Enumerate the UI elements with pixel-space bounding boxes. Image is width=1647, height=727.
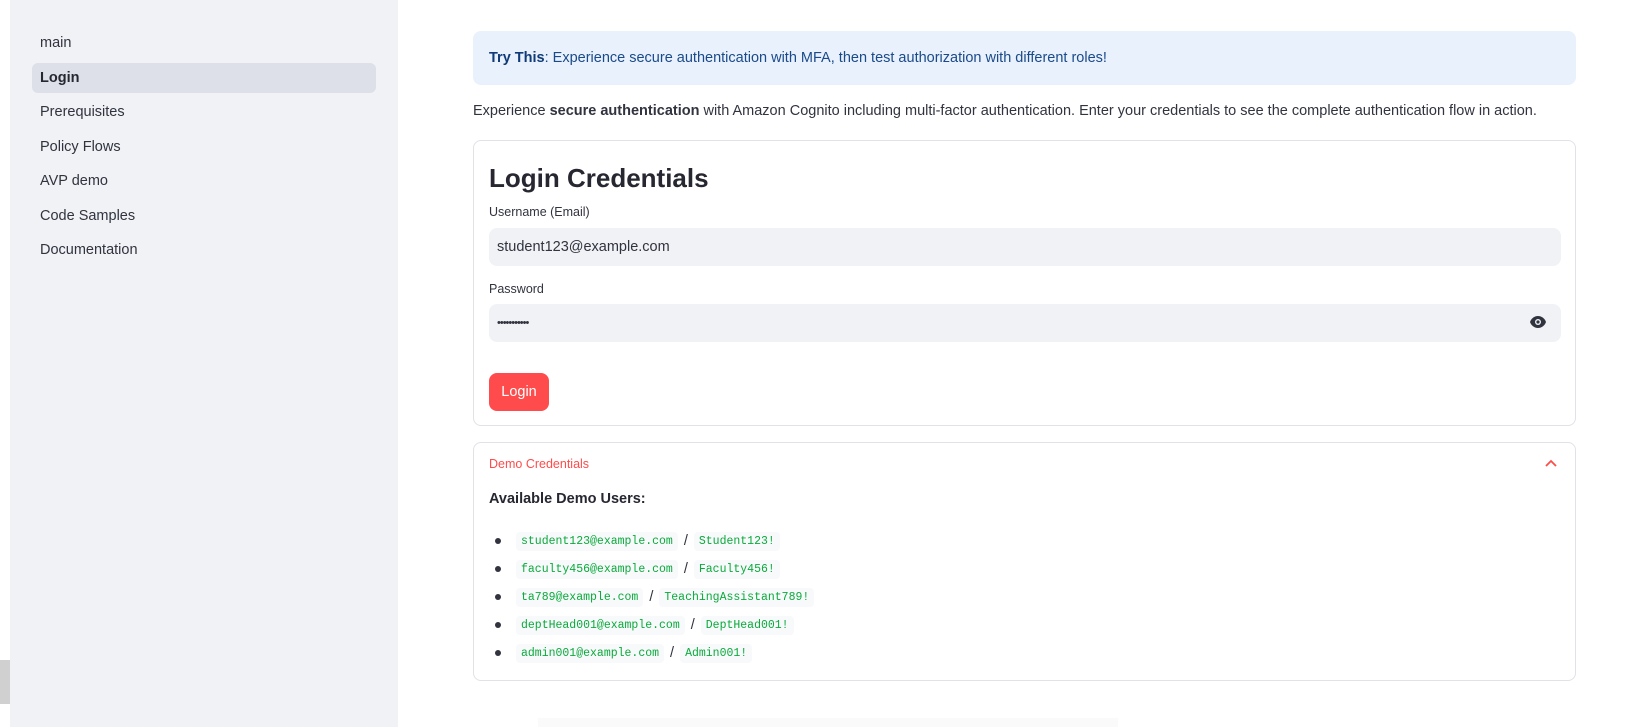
demo-email: ta789@example.com — [516, 587, 644, 607]
demo-password: Faculty456! — [693, 559, 780, 579]
bullet — [495, 594, 501, 600]
demo-users-title: Available Demo Users: — [489, 491, 646, 507]
list-item: student123@example.com / Student123! — [489, 527, 814, 555]
list-item: ta789@example.com / TeachingAssistant789! — [489, 583, 815, 611]
window-edge — [0, 0, 10, 727]
intro-bold: secure authentication — [549, 103, 700, 119]
sidebar-item-documentation[interactable]: Documentation — [32, 235, 376, 265]
sidebar-item-main[interactable]: main — [32, 28, 376, 58]
bullet — [495, 538, 501, 544]
intro-pre: Experience — [473, 103, 550, 119]
password-label: Password — [489, 282, 544, 296]
sidebar-nav: main Login Prerequisites Policy Flows AV… — [32, 28, 376, 270]
info-banner: Try This: Experience secure authenticati… — [473, 31, 1576, 85]
list-item: deptHead001@example.com / DeptHead001! — [489, 611, 814, 639]
form-title: Login Credentials — [489, 163, 709, 193]
sidebar-item-prerequisites[interactable]: Prerequisites — [32, 97, 376, 127]
chevron-up-icon[interactable] — [1545, 459, 1557, 467]
login-form: Login Credentials Username (Email) stude… — [473, 140, 1576, 426]
intro-post: with Amazon Cognito including multi-fact… — [699, 103, 1537, 119]
eye-icon[interactable] — [1529, 315, 1547, 329]
bullet — [495, 622, 501, 628]
list-item: admin001@example.com / Admin001! — [489, 639, 814, 667]
demo-email: deptHead001@example.com — [516, 615, 685, 635]
demo-credentials-expander: Demo Credentials Available Demo Users: s… — [473, 442, 1576, 681]
password-value: ••••••••••• — [497, 317, 529, 329]
login-button[interactable]: Login — [489, 373, 549, 411]
info-banner-text: : Experience secure authentication with … — [544, 50, 1107, 66]
faded-footer — [538, 718, 1118, 727]
sidebar-item-avp-demo[interactable]: AVP demo — [32, 166, 376, 196]
demo-password: TeachingAssistant789! — [659, 587, 815, 607]
list-item: faculty456@example.com / Faculty456! — [489, 555, 814, 583]
demo-email: student123@example.com — [516, 531, 678, 551]
info-banner-bold: Try This — [489, 50, 545, 66]
demo-password: DeptHead001! — [700, 615, 794, 635]
sidebar-item-login[interactable]: Login — [32, 62, 376, 93]
main-content: Try This: Experience secure authenticati… — [398, 0, 1647, 727]
sidebar: main Login Prerequisites Policy Flows AV… — [10, 0, 398, 727]
demo-users-list: student123@example.com / Student123! facul… — [489, 527, 815, 667]
separator: / — [683, 561, 688, 577]
window-shadow — [0, 660, 10, 704]
demo-email: admin001@example.com — [516, 643, 665, 663]
username-label: Username (Email) — [489, 205, 590, 219]
bullet — [495, 650, 501, 656]
username-value: student123@example.com — [497, 239, 670, 255]
separator: / — [649, 589, 654, 605]
separator: / — [670, 645, 675, 661]
demo-credentials-header[interactable]: Demo Credentials — [489, 457, 589, 471]
separator: / — [683, 533, 688, 549]
intro-text: Experience secure authentication with Am… — [473, 103, 1633, 119]
sidebar-item-policy-flows[interactable]: Policy Flows — [32, 132, 376, 162]
demo-email: faculty456@example.com — [516, 559, 678, 579]
username-input[interactable]: student123@example.com — [489, 228, 1561, 266]
demo-password: Admin001! — [680, 643, 753, 663]
demo-password: Student123! — [693, 531, 780, 551]
sidebar-item-code-samples[interactable]: Code Samples — [32, 201, 376, 231]
password-input[interactable]: ••••••••••• — [489, 304, 1561, 342]
separator: / — [690, 617, 695, 633]
bullet — [495, 566, 501, 572]
